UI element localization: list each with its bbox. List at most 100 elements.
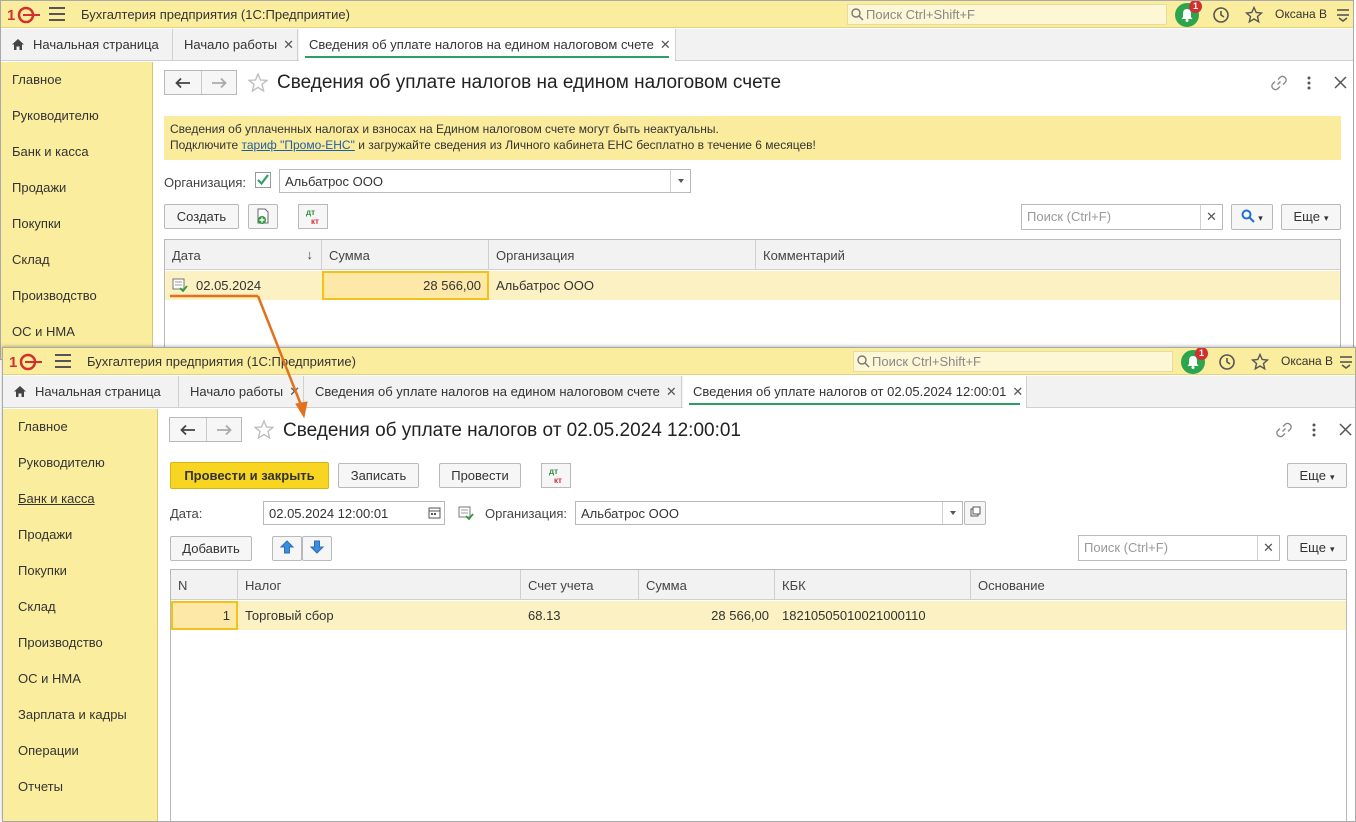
- table-search-placeholder: Поиск (Ctrl+F): [1084, 540, 1169, 555]
- favorites-star-icon[interactable]: [1245, 6, 1263, 24]
- tab-ens-list[interactable]: Сведения об уплате налогов на едином нал…: [305, 376, 682, 408]
- column-tax[interactable]: Налог: [238, 570, 521, 600]
- tab-getting-started[interactable]: Начало работы ✕: [174, 29, 298, 61]
- user-name[interactable]: Оксана В: [1281, 354, 1333, 368]
- favorite-star-icon[interactable]: [254, 420, 274, 439]
- column-basis[interactable]: Основание: [971, 570, 1347, 600]
- user-name[interactable]: Оксана В: [1275, 7, 1327, 21]
- table-row[interactable]: 02.05.2024 28 566,00 Альбатрос ООО: [165, 271, 1340, 300]
- search-icon: [851, 8, 864, 21]
- org-filter-checkbox[interactable]: [255, 172, 271, 188]
- add-row-button[interactable]: Добавить: [170, 536, 252, 561]
- back-arrow-icon[interactable]: [175, 77, 191, 89]
- sidebar-item-main[interactable]: Главное: [12, 72, 62, 87]
- sidebar-item-manager[interactable]: Руководителю: [18, 455, 105, 470]
- clear-search-icon[interactable]: ✕: [1257, 536, 1279, 560]
- column-date[interactable]: Дата ↓: [165, 240, 322, 270]
- sidebar-item-bank[interactable]: Банк и касса: [12, 144, 89, 159]
- org-filter-field[interactable]: Альбатрос ООО: [279, 169, 691, 193]
- table-more-button[interactable]: Еще ▾: [1287, 535, 1347, 561]
- sidebar-item-operations[interactable]: Операции: [18, 743, 79, 758]
- sidebar-item-production[interactable]: Производство: [18, 635, 103, 650]
- favorite-star-icon[interactable]: [248, 73, 268, 92]
- table-search-input[interactable]: Поиск (Ctrl+F) ✕: [1078, 535, 1280, 561]
- cell-sum[interactable]: 28 566,00: [322, 271, 489, 300]
- search-options-button[interactable]: ▾: [1231, 204, 1273, 230]
- more-button[interactable]: Еще ▾: [1281, 204, 1341, 230]
- close-icon[interactable]: ✕: [1012, 384, 1023, 399]
- close-icon[interactable]: ✕: [660, 37, 671, 52]
- main-menu-icon[interactable]: [55, 354, 71, 368]
- table-row[interactable]: 1 Торговый сбор 68.13 28 566,00 18210505…: [171, 601, 1346, 630]
- sidebar-item-sales[interactable]: Продажи: [12, 180, 66, 195]
- move-up-button[interactable]: [272, 536, 302, 561]
- more-actions-icon[interactable]: [1311, 422, 1317, 438]
- close-icon[interactable]: ✕: [289, 384, 300, 399]
- calendar-icon[interactable]: [428, 506, 441, 519]
- more-button[interactable]: Еще ▾: [1287, 463, 1347, 488]
- favorites-star-icon[interactable]: [1251, 353, 1269, 371]
- more-actions-icon[interactable]: [1306, 75, 1312, 91]
- list-search-input[interactable]: Поиск (Ctrl+F) ✕: [1021, 204, 1223, 230]
- global-search-input[interactable]: Поиск Ctrl+Shift+F: [847, 4, 1167, 25]
- sidebar-item-fixed-assets[interactable]: ОС и НМА: [12, 324, 75, 339]
- sidebar-item-fixed-assets[interactable]: ОС и НМА: [18, 671, 81, 686]
- sidebar-item-manager[interactable]: Руководителю: [12, 108, 99, 123]
- column-sum[interactable]: Сумма: [639, 570, 775, 600]
- close-icon[interactable]: ✕: [283, 37, 294, 52]
- close-window-icon[interactable]: [1339, 423, 1352, 436]
- tab-getting-started[interactable]: Начало работы ✕: [180, 376, 304, 408]
- dt-kt-button[interactable]: дт кт: [541, 463, 571, 488]
- system-menu-icon[interactable]: [1339, 355, 1353, 369]
- back-arrow-icon[interactable]: [180, 424, 196, 436]
- tab-ens-document[interactable]: Сведения об уплате налогов от 02.05.2024…: [683, 376, 1027, 408]
- sidebar-item-bank[interactable]: Банк и касса: [18, 491, 95, 506]
- tab-ens-list[interactable]: Сведения об уплате налогов на едином нал…: [299, 29, 676, 61]
- column-organization[interactable]: Организация: [489, 240, 756, 270]
- sidebar-item-main[interactable]: Главное: [18, 419, 68, 434]
- sidebar-item-production[interactable]: Производство: [12, 288, 97, 303]
- column-comment[interactable]: Комментарий: [756, 240, 1341, 270]
- date-field[interactable]: 02.05.2024 12:00:01: [263, 501, 445, 525]
- tab-home[interactable]: Начальная страница: [1, 29, 173, 61]
- column-kbk[interactable]: КБК: [775, 570, 971, 600]
- column-sum[interactable]: Сумма: [322, 240, 489, 270]
- org-field[interactable]: Альбатрос ООО: [575, 501, 963, 525]
- link-icon[interactable]: [1271, 75, 1287, 91]
- sidebar-item-warehouse[interactable]: Склад: [12, 252, 50, 267]
- sidebar-item-purchases[interactable]: Покупки: [12, 216, 61, 231]
- column-account[interactable]: Счет учета: [521, 570, 639, 600]
- tab-home[interactable]: Начальная страница: [3, 376, 179, 408]
- history-icon[interactable]: [1218, 353, 1236, 371]
- forward-arrow-icon[interactable]: [216, 424, 232, 436]
- sidebar-item-purchases[interactable]: Покупки: [18, 563, 67, 578]
- move-down-button[interactable]: [302, 536, 332, 561]
- main-menu-icon[interactable]: [49, 7, 65, 21]
- close-window-icon[interactable]: [1334, 76, 1347, 89]
- notifications-button[interactable]: 1: [1181, 348, 1208, 374]
- history-icon[interactable]: [1212, 6, 1230, 24]
- create-button[interactable]: Создать: [164, 204, 239, 229]
- forward-arrow-icon[interactable]: [211, 77, 227, 89]
- column-n[interactable]: N: [171, 570, 238, 600]
- notifications-button[interactable]: 1: [1175, 1, 1202, 27]
- sidebar-item-sales[interactable]: Продажи: [18, 527, 72, 542]
- close-icon[interactable]: ✕: [666, 384, 677, 399]
- save-button[interactable]: Записать: [338, 463, 419, 488]
- sidebar-item-payroll[interactable]: Зарплата и кадры: [18, 707, 127, 722]
- post-and-close-button[interactable]: Провести и закрыть: [170, 462, 329, 489]
- promo-ens-link[interactable]: тариф "Промо-ЕНС": [241, 138, 354, 152]
- cell-n[interactable]: 1: [171, 601, 238, 630]
- dt-kt-button[interactable]: дт кт: [298, 204, 328, 229]
- open-org-button[interactable]: [964, 501, 986, 525]
- clear-search-icon[interactable]: ✕: [1200, 205, 1222, 229]
- create-by-copy-button[interactable]: [248, 204, 278, 229]
- system-menu-icon[interactable]: [1336, 8, 1350, 22]
- dropdown-arrow-icon[interactable]: [670, 170, 690, 192]
- post-button[interactable]: Провести: [439, 463, 521, 488]
- global-search-input[interactable]: Поиск Ctrl+Shift+F: [853, 351, 1173, 372]
- dropdown-arrow-icon[interactable]: [942, 502, 962, 524]
- sidebar-item-warehouse[interactable]: Склад: [18, 599, 56, 614]
- sidebar-item-reports[interactable]: Отчеты: [18, 779, 63, 794]
- link-icon[interactable]: [1276, 422, 1292, 438]
